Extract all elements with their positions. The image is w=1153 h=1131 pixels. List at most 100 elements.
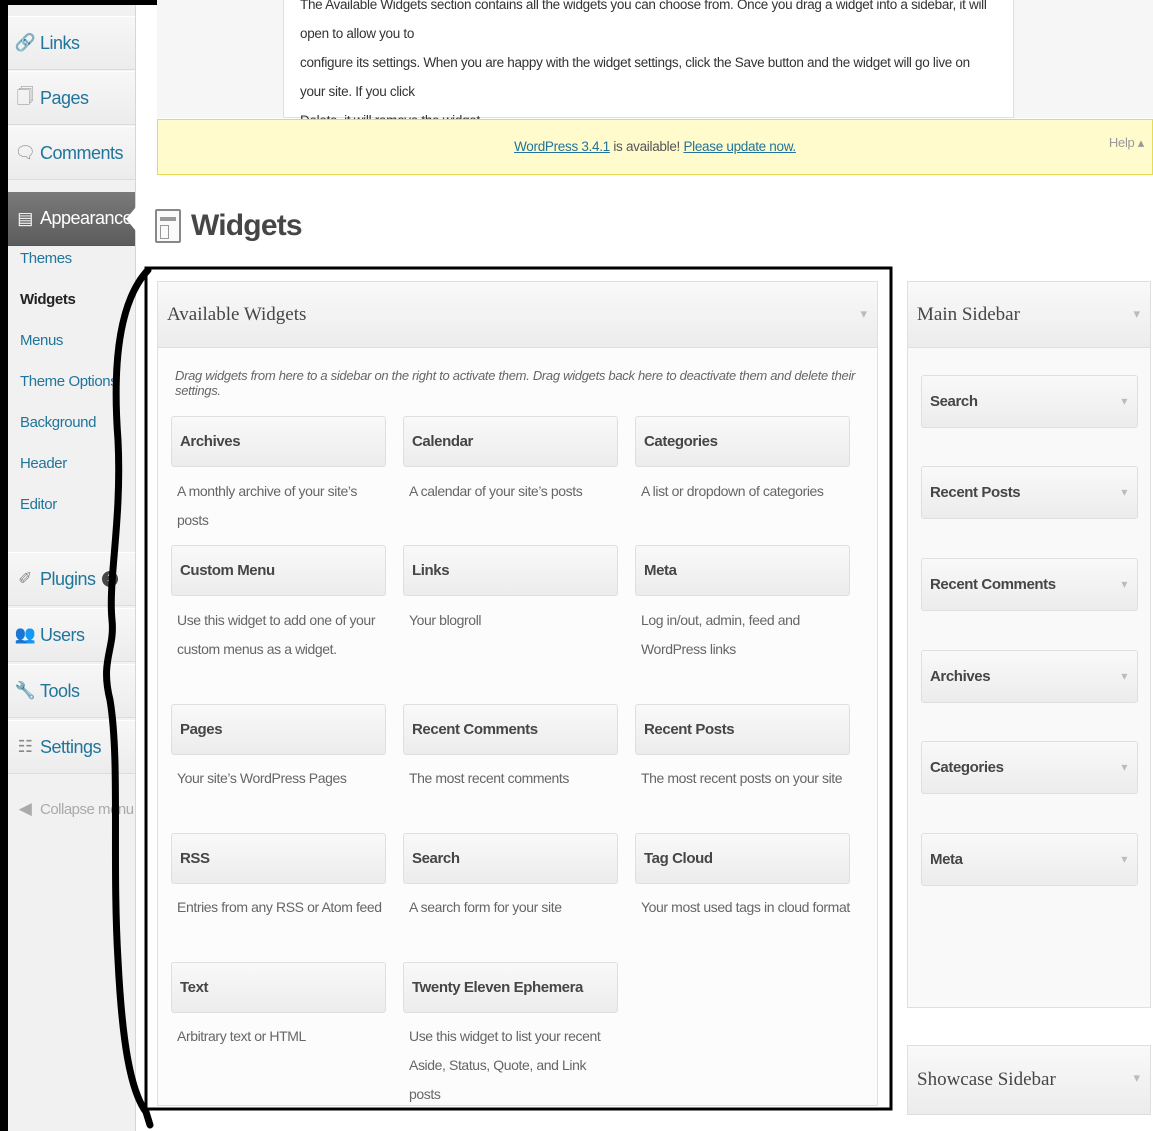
widget-desc-calendar: A calendar of your site’s posts bbox=[409, 483, 583, 499]
sidebar-widget-label: Recent Posts bbox=[930, 484, 1021, 501]
help-text-line-2: configure its settings. When you are hap… bbox=[300, 55, 970, 99]
menu-label-appearance: Appearance bbox=[40, 208, 133, 228]
main-sidebar-title: Main Sidebar bbox=[917, 303, 1020, 325]
help-tab-button[interactable]: Help ▴ bbox=[1109, 130, 1144, 156]
collapse-icon: ◀ bbox=[18, 799, 32, 818]
toggle-arrow-icon[interactable]: ▾ bbox=[860, 306, 867, 322]
widget-pages[interactable]: Pages bbox=[171, 704, 386, 755]
widget-desc-text: Arbitrary text or HTML bbox=[177, 1028, 306, 1044]
sidebar-widget-recent-comments[interactable]: Recent Comments ▾ bbox=[921, 558, 1138, 611]
available-widgets-panel: Available Widgets ▾ Drag widgets from he… bbox=[157, 281, 878, 1106]
menu-label-links: Links bbox=[40, 32, 80, 53]
widget-desc-categories: A list or dropdown of categories bbox=[641, 483, 824, 499]
widget-desc-pages: Your site’s WordPress Pages bbox=[177, 770, 347, 786]
help-tabs-column bbox=[157, 0, 284, 118]
main-sidebar-header[interactable]: Main Sidebar ▾ bbox=[908, 282, 1150, 348]
toggle-arrow-icon[interactable]: ▾ bbox=[1133, 1070, 1140, 1086]
page-title: Widgets bbox=[191, 209, 303, 242]
menu-label-pages: Pages bbox=[40, 87, 89, 108]
menu-item-pages[interactable]: 🗍 Pages bbox=[8, 71, 135, 125]
link-icon: 🔗 bbox=[14, 33, 36, 52]
pages-icon: 🗍 bbox=[16, 86, 34, 106]
appearance-icon: ▤ bbox=[17, 208, 33, 228]
widget-twenty-eleven-ephemera[interactable]: Twenty Eleven Ephemera bbox=[403, 962, 618, 1013]
help-text-line-1: The Available Widgets section contains a… bbox=[300, 0, 987, 41]
expand-arrow-icon[interactable]: ▾ bbox=[1121, 742, 1127, 793]
plugins-update-badge: 1 bbox=[101, 571, 118, 587]
widget-custom-menu[interactable]: Custom Menu bbox=[171, 545, 386, 596]
submenu-themes[interactable]: Themes bbox=[8, 246, 135, 287]
available-widgets-header[interactable]: Available Widgets ▾ bbox=[158, 282, 877, 348]
comment-icon: 🗨 bbox=[14, 143, 36, 162]
widgets-page-icon bbox=[155, 209, 181, 243]
expand-arrow-icon[interactable]: ▾ bbox=[1121, 467, 1127, 518]
help-text: The Available Widgets section contains a… bbox=[300, 0, 990, 135]
update-notice: WordPress 3.4.1 is available! Please upd… bbox=[157, 119, 1153, 175]
widget-desc-twenty-eleven-ephemera: Use this widget to list your recent Asid… bbox=[409, 1028, 601, 1102]
sidebar-widget-meta[interactable]: Meta ▾ bbox=[921, 833, 1138, 886]
sidebar-widget-label: Search bbox=[930, 393, 978, 410]
widget-recent-comments[interactable]: Recent Comments bbox=[403, 704, 618, 755]
sidebar-widget-archives[interactable]: Archives ▾ bbox=[921, 650, 1138, 703]
menu-item-tools[interactable]: 🔧 Tools bbox=[8, 664, 135, 718]
widget-desc-rss: Entries from any RSS or Atom feed bbox=[177, 899, 382, 915]
widget-search[interactable]: Search bbox=[403, 833, 618, 884]
widget-desc-links: Your blogroll bbox=[409, 612, 482, 628]
submenu-editor[interactable]: Editor bbox=[8, 492, 135, 533]
showcase-sidebar-header[interactable]: Showcase Sidebar ▾ bbox=[908, 1046, 1150, 1114]
sidebar-widget-search[interactable]: Search ▾ bbox=[921, 375, 1138, 428]
expand-arrow-icon[interactable]: ▾ bbox=[1121, 834, 1127, 885]
tools-icon: 🔧 bbox=[14, 681, 36, 700]
contextual-help-panel: The Available Widgets section contains a… bbox=[157, 0, 1153, 128]
widget-recent-posts[interactable]: Recent Posts bbox=[635, 704, 850, 755]
menu-item-settings[interactable]: ☷ Settings bbox=[8, 720, 135, 774]
update-now-link[interactable]: Please update now. bbox=[683, 139, 796, 154]
widget-desc-tag-cloud: Your most used tags in cloud format bbox=[641, 899, 850, 915]
widget-calendar[interactable]: Calendar bbox=[403, 416, 618, 467]
expand-arrow-icon[interactable]: ▾ bbox=[1121, 559, 1127, 610]
menu-item-appearance[interactable]: ▤ Appearance bbox=[8, 192, 136, 246]
sidebar-widget-categories[interactable]: Categories ▾ bbox=[921, 741, 1138, 794]
showcase-sidebar-panel: Showcase Sidebar ▾ bbox=[907, 1045, 1151, 1115]
page-header: Widgets bbox=[155, 196, 303, 256]
widget-desc-recent-comments: The most recent comments bbox=[409, 770, 570, 786]
widget-tag-cloud[interactable]: Tag Cloud bbox=[635, 833, 850, 884]
appearance-submenu: Themes Widgets Menus Theme Options Backg… bbox=[8, 246, 135, 533]
menu-item-users[interactable]: 👥 Users bbox=[8, 608, 135, 662]
submenu-background[interactable]: Background bbox=[8, 410, 135, 451]
widget-archives[interactable]: Archives bbox=[171, 416, 386, 467]
update-version-link[interactable]: WordPress 3.4.1 bbox=[514, 139, 610, 154]
users-icon: 👥 bbox=[14, 625, 36, 644]
menu-item-plugins[interactable]: ✐ Plugins 1 bbox=[8, 552, 135, 606]
admin-menu: 🔗 Links 🗍 Pages 🗨 Comments ▤ Appearance … bbox=[0, 0, 136, 1131]
submenu-widgets[interactable]: Widgets bbox=[8, 287, 135, 328]
menu-label-plugins: Plugins bbox=[40, 568, 96, 589]
widget-desc-meta: Log in/out, admin, feed and WordPress li… bbox=[641, 612, 800, 657]
expand-arrow-icon[interactable]: ▾ bbox=[1121, 376, 1127, 427]
widget-desc-search: A search form for your site bbox=[409, 899, 562, 915]
showcase-sidebar-title: Showcase Sidebar bbox=[917, 1069, 1056, 1090]
widget-categories[interactable]: Categories bbox=[635, 416, 850, 467]
menu-label-tools: Tools bbox=[40, 680, 80, 701]
submenu-theme-options[interactable]: Theme Options bbox=[8, 369, 135, 410]
collapse-menu-button[interactable]: ◀ Collapse menu bbox=[8, 782, 135, 836]
submenu-header[interactable]: Header bbox=[8, 451, 135, 492]
sidebar-widget-label: Meta bbox=[930, 851, 963, 868]
expand-arrow-icon[interactable]: ▾ bbox=[1121, 651, 1127, 702]
submenu-menus[interactable]: Menus bbox=[8, 328, 135, 369]
widget-desc-recent-posts: The most recent posts on your site bbox=[641, 770, 843, 786]
widget-links[interactable]: Links bbox=[403, 545, 618, 596]
menu-item-comments[interactable]: 🗨 Comments bbox=[8, 126, 135, 180]
widget-text[interactable]: Text bbox=[171, 962, 386, 1013]
collapse-menu-label: Collapse menu bbox=[40, 800, 134, 818]
available-widgets-title: Available Widgets bbox=[167, 303, 307, 325]
plugin-icon: ✐ bbox=[18, 569, 32, 588]
help-sidebar-column bbox=[1013, 0, 1153, 118]
available-widgets-description: Drag widgets from here to a sidebar on t… bbox=[175, 368, 856, 398]
widget-rss[interactable]: RSS bbox=[171, 833, 386, 884]
widget-meta[interactable]: Meta bbox=[635, 545, 850, 596]
menu-item-links[interactable]: 🔗 Links bbox=[8, 16, 135, 70]
sidebar-widget-recent-posts[interactable]: Recent Posts ▾ bbox=[921, 466, 1138, 519]
toggle-arrow-icon[interactable]: ▾ bbox=[1133, 306, 1140, 322]
update-notice-text: is available! bbox=[609, 139, 684, 154]
